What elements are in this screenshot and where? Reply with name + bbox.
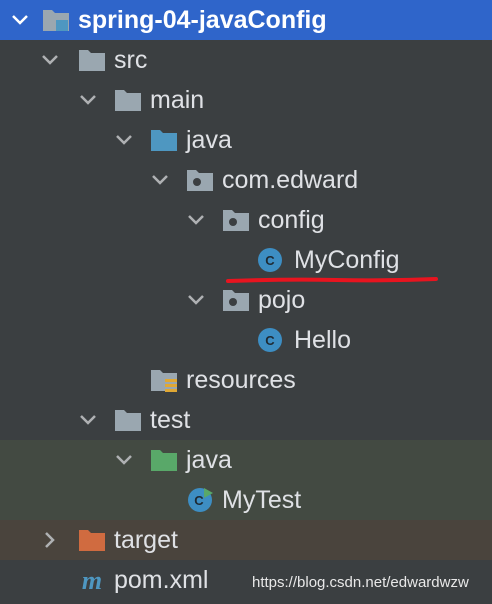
- class-icon: C: [258, 248, 282, 272]
- tree-item-test-java[interactable]: java: [0, 440, 492, 480]
- test-java-label: java: [186, 446, 232, 474]
- tree-item-test[interactable]: test: [0, 400, 492, 440]
- module-folder-icon: [43, 10, 69, 31]
- tree-item-resources[interactable]: resources: [0, 360, 492, 400]
- package-icon: [223, 210, 249, 231]
- hello-label: Hello: [294, 326, 351, 354]
- watermark: https://blog.csdn.net/edwardwzw: [252, 574, 469, 591]
- resources-folder-icon: [151, 370, 177, 392]
- tree-item-target[interactable]: target: [0, 520, 492, 560]
- project-label: spring-04-javaConfig: [78, 6, 327, 34]
- project-tree: spring-04-javaConfig src main java com.e…: [0, 0, 492, 604]
- svg-text:m: m: [82, 567, 102, 593]
- folder-icon: [115, 410, 141, 431]
- folder-icon: [79, 50, 105, 71]
- annotation-underline: [226, 277, 438, 283]
- folder-icon: [115, 90, 141, 111]
- config-label: config: [258, 206, 325, 234]
- chevron-down-icon[interactable]: [184, 208, 208, 232]
- tree-item-main[interactable]: main: [0, 80, 492, 120]
- chevron-down-icon[interactable]: [76, 408, 100, 432]
- tree-item-src[interactable]: src: [0, 40, 492, 80]
- tree-item-hello[interactable]: C Hello: [0, 320, 492, 360]
- chevron-down-icon[interactable]: [184, 288, 208, 312]
- tree-item-project-root[interactable]: spring-04-javaConfig: [0, 0, 492, 40]
- mytest-label: MyTest: [222, 486, 302, 514]
- resources-label: resources: [186, 366, 296, 394]
- tree-item-myconfig[interactable]: C MyConfig: [0, 240, 492, 280]
- svg-text:C: C: [265, 253, 275, 268]
- chevron-down-icon[interactable]: [148, 168, 172, 192]
- maven-icon: m: [82, 567, 102, 593]
- chevron-down-icon[interactable]: [112, 128, 136, 152]
- chevron-down-icon[interactable]: [76, 88, 100, 112]
- package-icon: [187, 170, 213, 191]
- myconfig-label: MyConfig: [294, 246, 400, 274]
- src-label: src: [114, 46, 148, 74]
- tree-item-main-java[interactable]: java: [0, 120, 492, 160]
- pojo-label: pojo: [258, 286, 306, 314]
- svg-text:C: C: [194, 493, 204, 508]
- test-folder-icon: [151, 450, 177, 471]
- chevron-down-icon[interactable]: [38, 48, 62, 72]
- main-java-label: java: [186, 126, 232, 154]
- svg-text:C: C: [265, 333, 275, 348]
- chevron-down-icon[interactable]: [8, 8, 32, 32]
- excluded-folder-icon: [79, 530, 105, 551]
- tree-item-pojo[interactable]: pojo: [0, 280, 492, 320]
- package-label: com.edward: [222, 166, 359, 194]
- chevron-right-icon[interactable]: [38, 528, 62, 552]
- chevron-down-icon[interactable]: [112, 448, 136, 472]
- target-label: target: [114, 526, 178, 554]
- source-folder-icon: [151, 130, 177, 151]
- test-label: test: [150, 406, 191, 434]
- tree-item-config[interactable]: config: [0, 200, 492, 240]
- main-label: main: [150, 86, 205, 114]
- package-icon: [223, 290, 249, 311]
- test-class-icon: C: [188, 488, 213, 512]
- tree-item-package[interactable]: com.edward: [0, 160, 492, 200]
- class-icon: C: [258, 328, 282, 352]
- tree-item-mytest[interactable]: C MyTest: [0, 480, 492, 520]
- pom-label: pom.xml: [114, 566, 209, 594]
